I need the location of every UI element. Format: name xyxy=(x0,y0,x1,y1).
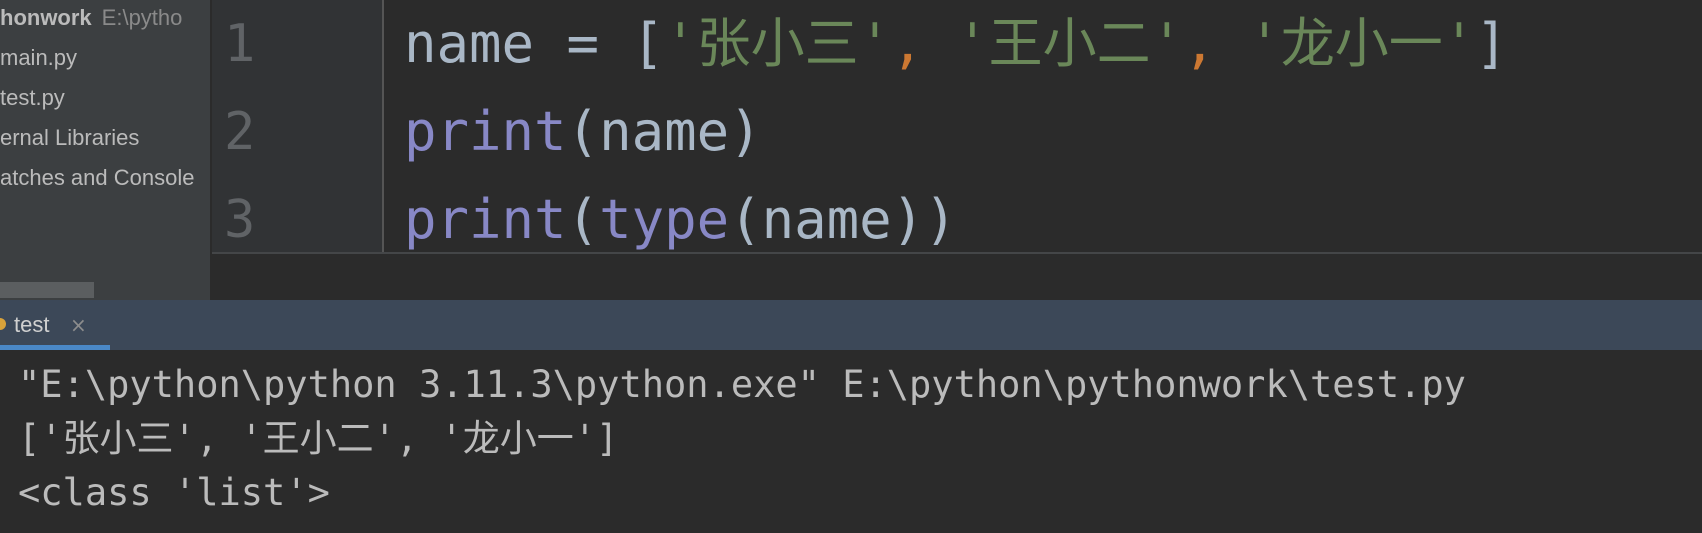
code-line-1[interactable]: name = ['张小三', '王小二', '龙小一'] xyxy=(404,0,1508,88)
code-token: print xyxy=(404,188,567,251)
code-token: ( xyxy=(566,188,600,251)
tree-item-test-py[interactable]: test.py xyxy=(0,80,65,116)
code-token: , xyxy=(1183,12,1249,75)
code-token: (name)) xyxy=(729,188,957,251)
python-run-icon xyxy=(0,318,6,330)
code-token: , xyxy=(891,12,957,75)
console-line: ['张小三', '王小二', '龙小一'] xyxy=(18,417,619,460)
editor-bottom-area xyxy=(212,254,1702,300)
code-token: print xyxy=(404,100,567,163)
code-token: type xyxy=(599,188,730,251)
sidebar-horizontal-scrollbar[interactable] xyxy=(0,282,94,298)
project-root-name: honwork xyxy=(0,5,92,30)
code-line-3[interactable]: print(type(name)) xyxy=(404,176,957,253)
code-line-2[interactable]: print(name) xyxy=(404,88,762,176)
run-console-output[interactable]: "E:\python\python 3.11.3\python.exe" E:\… xyxy=(0,350,1702,533)
line-number: 1 xyxy=(224,14,256,74)
code-token: [ xyxy=(631,12,665,75)
line-number-gutter: 1 2 3 xyxy=(212,0,382,253)
project-tool-window: honwork E:\pytho main.py test.py ernal Li… xyxy=(0,0,210,300)
run-tab-test[interactable]: test × xyxy=(0,300,110,350)
tree-item-external-libraries[interactable]: ernal Libraries xyxy=(0,120,139,156)
project-root-node[interactable]: honwork E:\pytho xyxy=(0,0,182,36)
code-token: '龙小一' xyxy=(1248,12,1476,75)
run-tool-window-header: test × xyxy=(0,300,1702,350)
code-token: ] xyxy=(1475,12,1508,75)
code-token: (name) xyxy=(566,100,762,163)
close-icon[interactable]: × xyxy=(70,300,87,350)
tree-item-main-py[interactable]: main.py xyxy=(0,40,77,76)
project-root-path: E:\pytho xyxy=(101,5,183,30)
line-number: 3 xyxy=(224,190,256,250)
line-number: 2 xyxy=(224,102,256,162)
code-editor[interactable]: 1 2 3 name = ['张小三', '王小二', '龙小一'] print… xyxy=(212,0,1702,253)
run-tab-label: test xyxy=(14,312,50,337)
code-token: '张小三' xyxy=(664,12,892,75)
code-token: '王小二' xyxy=(956,12,1184,75)
tree-item-scratches-and-consoles[interactable]: atches and Console xyxy=(0,160,194,196)
gutter-divider xyxy=(382,0,384,253)
code-token: name = xyxy=(404,12,632,75)
console-line: <class 'list'> xyxy=(18,471,330,514)
console-line: "E:\python\python 3.11.3\python.exe" E:\… xyxy=(18,363,1466,406)
